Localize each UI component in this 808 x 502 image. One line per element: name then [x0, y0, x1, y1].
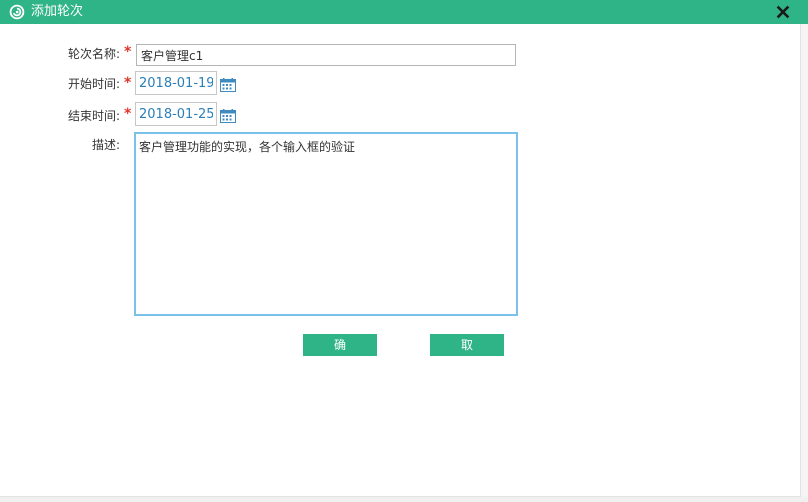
start-time-required-mark: *: [124, 75, 132, 91]
start-time-label: 开始时间:: [67, 77, 120, 91]
calendar-icon[interactable]: [220, 109, 236, 123]
add-round-dialog: 添加轮次 轮次名称: * 开始时间: * 结束时间: *: [0, 0, 808, 497]
page-edge-bottom: [0, 497, 808, 502]
confirm-button[interactable]: 确定: [303, 334, 377, 374]
calendar-icon[interactable]: [220, 78, 236, 92]
dialog-title: 添加轮次: [31, 4, 84, 19]
round-name-required-mark: *: [124, 44, 132, 60]
end-time-input[interactable]: [135, 102, 217, 126]
page-edge-right: [801, 24, 808, 502]
round-name-input[interactable]: [136, 44, 516, 66]
description-label: 描述:: [91, 138, 120, 152]
round-name-label: 轮次名称:: [67, 47, 120, 61]
cancel-button[interactable]: 取消: [430, 334, 504, 374]
swirl-logo-icon: [9, 4, 25, 20]
end-time-required-mark: *: [124, 106, 132, 122]
description-textarea[interactable]: 客户管理功能的实现，各个输入框的验证: [134, 132, 518, 316]
start-time-input[interactable]: [135, 71, 217, 95]
end-time-label: 结束时间:: [67, 109, 120, 123]
close-icon[interactable]: [774, 3, 792, 21]
dialog-titlebar: 添加轮次: [0, 0, 808, 24]
